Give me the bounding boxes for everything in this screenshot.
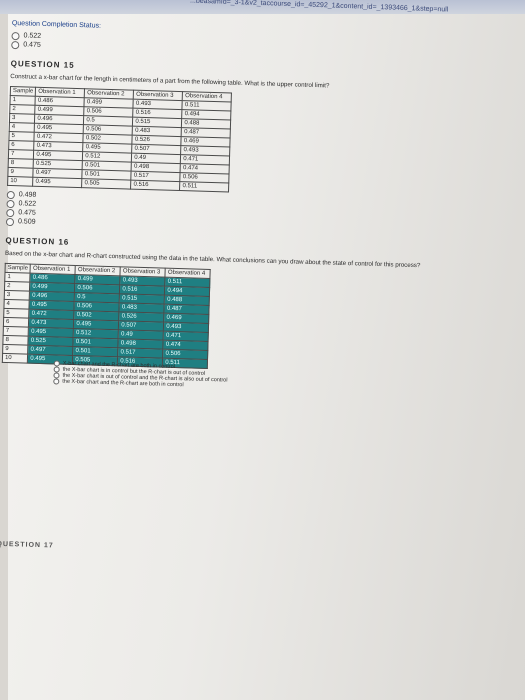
option-label: 0.509: [17, 218, 36, 226]
question-16-table-wrap: Sample Observation 1 Observation 2 Obser…: [2, 263, 495, 388]
option-label: 0.522: [23, 32, 42, 40]
question-17-heading: QUESTION 17: [0, 540, 54, 550]
sample-number-cell: 10: [7, 176, 34, 187]
radio-button[interactable]: [5, 217, 15, 226]
option-label: 0.475: [23, 41, 41, 49]
radio-button[interactable]: [6, 190, 15, 199]
radio-button[interactable]: [6, 208, 15, 217]
question-16-table: Sample Observation 1 Observation 2 Obser…: [2, 263, 211, 369]
radio-button[interactable]: [53, 378, 60, 385]
question-content: Question Completion Status: 0.522 0.475 …: [0, 20, 502, 562]
observation-cell: 0.511: [179, 181, 230, 193]
question-15-table: Sample Observation 1 Observation 2 Obser…: [7, 86, 232, 193]
sample-number-cell: 10: [2, 353, 28, 364]
radio-button[interactable]: [6, 199, 15, 208]
question-16-options: X-bar chart and the R-chart are both in …: [53, 360, 228, 389]
observation-cell: 0.495: [32, 177, 83, 188]
browser-address-bar[interactable]: ...beasamId=_3-1&v2_taccourse_id=_45292_…: [0, 0, 525, 14]
observation-cell: 0.516: [130, 180, 181, 191]
radio-button[interactable]: [11, 40, 20, 49]
option-label: 0.522: [18, 200, 37, 208]
option-label: 0.498: [18, 191, 37, 199]
observation-cell: 0.505: [81, 178, 132, 190]
radio-button[interactable]: [11, 31, 20, 40]
option-label: 0.475: [18, 209, 36, 217]
url-text: ...beasamId=_3-1&v2_taccourse_id=_45292_…: [189, 0, 449, 14]
assessment-page: Question Completion Status: 0.522 0.475 …: [0, 14, 525, 700]
